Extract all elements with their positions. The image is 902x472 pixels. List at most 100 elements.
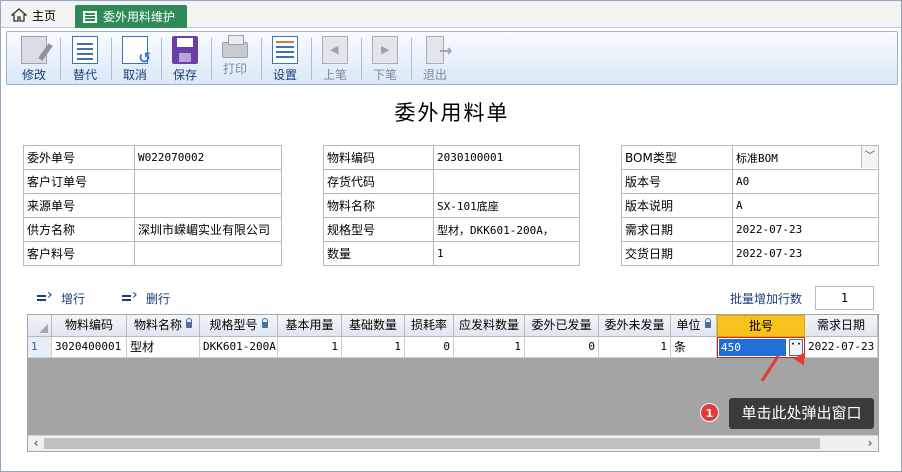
outsourcing-order-number-field[interactable]: W022070002 xyxy=(134,145,282,170)
column-header[interactable]: 委外已发量 xyxy=(525,315,599,337)
print-button[interactable]: 打印 xyxy=(212,34,258,84)
bom-type-value: 标准BOM xyxy=(736,151,778,165)
grid-cell[interactable]: 0 xyxy=(405,337,454,358)
exit-icon xyxy=(426,36,452,64)
column-header[interactable]: 基本用量 xyxy=(278,315,342,337)
specification-field[interactable]: 型材，DKK601-200A， xyxy=(433,217,580,242)
grid-select-all[interactable] xyxy=(28,315,52,337)
cancel-button[interactable]: 取消 xyxy=(112,34,158,84)
row-number[interactable]: 1 xyxy=(28,337,52,358)
print-icon xyxy=(222,35,248,58)
column-header-label: 委外已发量 xyxy=(531,318,592,332)
delete-row-icon xyxy=(122,287,140,303)
version-number-field[interactable]: A0 xyxy=(732,169,879,194)
table-row[interactable]: 1 3020400001 型材 DKK601-200A 1 1 0 1 0 1 … xyxy=(28,337,878,358)
grid-cell[interactable]: 型材 xyxy=(127,337,200,358)
tab-home-label: 主页 xyxy=(32,8,57,23)
next-record-button[interactable]: 下笔 xyxy=(362,34,408,84)
annotation-callout: 单击此处弹出窗口 xyxy=(729,398,874,429)
column-header-label: 损耗率 xyxy=(410,318,447,332)
column-header[interactable]: 委外未发量 xyxy=(599,315,671,337)
column-header-label: 物料名称 xyxy=(133,318,182,332)
grid-cell[interactable]: 1 xyxy=(454,337,525,358)
previous-record-label: 上笔 xyxy=(322,68,347,82)
delivery-date-field[interactable]: 2022-07-23 xyxy=(732,241,879,266)
field-label: 物料编码 xyxy=(323,145,434,170)
grid-cell[interactable]: 0 xyxy=(525,337,599,358)
material-code-field[interactable]: 2030100001 xyxy=(433,145,580,170)
grid-cell[interactable]: 1 xyxy=(342,337,405,358)
quantity-field[interactable]: 1 xyxy=(433,241,580,266)
form-fields-right: BOM类型 标准BOM ﹀ 版本号 A0 版本说明 A 需求日期 2022-07… xyxy=(621,145,879,266)
next-icon xyxy=(372,36,398,64)
horizontal-scrollbar[interactable]: ‹ › xyxy=(28,435,878,451)
scroll-left-icon[interactable]: ‹ xyxy=(28,436,44,451)
settings-button[interactable]: 设置 xyxy=(262,34,308,84)
column-header-label: 单位 xyxy=(676,318,701,332)
bom-type-select[interactable]: 标准BOM ﹀ xyxy=(732,145,879,170)
column-header-label: 基础数量 xyxy=(348,318,397,332)
substitute-button-label: 替代 xyxy=(72,68,97,82)
field-label: 存货代码 xyxy=(323,169,434,194)
exit-button-label: 退出 xyxy=(422,68,447,82)
column-header[interactable]: 基础数量 xyxy=(342,315,405,337)
required-date-field[interactable]: 2022-07-23 xyxy=(732,217,879,242)
grid-cell[interactable]: 3020400001 xyxy=(52,337,127,358)
column-header[interactable]: 规格型号 xyxy=(200,315,278,337)
customer-part-number-field[interactable] xyxy=(134,241,282,266)
column-header[interactable]: 物料编码 xyxy=(52,315,127,337)
chevron-down-icon[interactable]: ﹀ xyxy=(861,146,878,168)
column-header-label: 委外未发量 xyxy=(604,318,665,332)
grid-cell[interactable]: DKK601-200A xyxy=(200,337,278,358)
lot-number-cell-editor[interactable]: 450 ··· xyxy=(717,337,805,358)
lock-icon xyxy=(704,318,711,328)
column-header[interactable]: 应发料数量 xyxy=(454,315,525,337)
form-fields-middle: 物料编码 2030100001 存货代码 物料名称 SX-101底座 规格型号 … xyxy=(323,145,580,266)
column-header[interactable]: 需求日期 xyxy=(805,315,878,337)
substitute-button[interactable]: 替代 xyxy=(62,34,108,84)
grid-cell[interactable]: 2022-07-23 xyxy=(805,337,878,358)
material-name-field[interactable]: SX-101底座 xyxy=(433,193,580,218)
source-order-number-field[interactable] xyxy=(134,193,282,218)
field-label: 客户料号 xyxy=(23,241,135,266)
scrollbar-thumb[interactable] xyxy=(44,438,820,449)
exit-button[interactable]: 退出 xyxy=(412,34,458,84)
add-row-icon xyxy=(37,287,55,303)
field-label: 版本号 xyxy=(621,169,733,194)
field-label: 交货日期 xyxy=(621,241,733,266)
previous-record-button[interactable]: 上笔 xyxy=(312,34,358,84)
column-header[interactable]: 单位 xyxy=(671,315,717,337)
column-header-label: 规格型号 xyxy=(209,318,258,332)
lot-number-input[interactable]: 450 xyxy=(719,339,786,356)
batch-add-rows-input[interactable]: 1 xyxy=(815,286,874,310)
cancel-button-label: 取消 xyxy=(122,68,147,82)
delete-row-button[interactable]: 删行 xyxy=(122,287,170,306)
annotation-badge: 1 xyxy=(700,403,719,422)
grid-cell[interactable]: 1 xyxy=(599,337,671,358)
field-label: 供方名称 xyxy=(23,217,135,242)
tab-bar: 主页 委外用料维护 xyxy=(1,1,901,28)
add-row-button[interactable]: 增行 xyxy=(37,287,85,306)
edit-button-label: 修改 xyxy=(21,68,46,82)
inventory-code-field[interactable] xyxy=(433,169,580,194)
column-header[interactable]: 物料名称 xyxy=(127,315,200,337)
column-header-label: 应发料数量 xyxy=(458,318,519,332)
field-label: 需求日期 xyxy=(621,217,733,242)
customer-order-number-field[interactable] xyxy=(134,169,282,194)
form-fields-left: 委外单号 W022070002 客户订单号 来源单号 供方名称 深圳市嵘嵋实业有… xyxy=(23,145,282,266)
tab-home[interactable]: 主页 xyxy=(7,5,64,25)
grid-cell[interactable]: 1 xyxy=(278,337,342,358)
edit-button[interactable]: 修改 xyxy=(11,34,57,84)
column-header-lot-number[interactable]: 批号 xyxy=(717,315,805,337)
grid-cell[interactable]: 条 xyxy=(671,337,717,358)
save-button[interactable]: 保存 xyxy=(162,34,208,84)
home-icon xyxy=(10,8,28,22)
tab-outsourcing-material[interactable]: 委外用料维护 xyxy=(75,5,187,28)
supplier-name-field[interactable]: 深圳市嵘嵋实业有限公司 xyxy=(134,217,282,242)
column-header[interactable]: 损耗率 xyxy=(405,315,454,337)
previous-icon xyxy=(322,36,348,64)
material-grid: 物料编码 物料名称 规格型号 基本用量 基础数量 损耗率 应发料数量 委外已发量… xyxy=(27,314,879,452)
scroll-right-icon[interactable]: › xyxy=(862,436,878,451)
field-label: 物料名称 xyxy=(323,193,434,218)
version-description-field[interactable]: A xyxy=(732,193,879,218)
